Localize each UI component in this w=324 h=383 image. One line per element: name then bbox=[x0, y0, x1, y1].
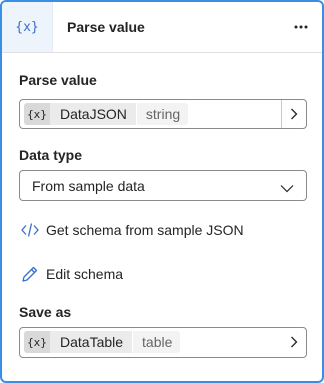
token-variable-type: string bbox=[135, 103, 189, 125]
parse-value-label: Parse value bbox=[19, 72, 97, 88]
more-options-button[interactable] bbox=[288, 14, 314, 40]
data-type-label: Data type bbox=[19, 147, 83, 163]
edit-schema-button[interactable]: Edit schema bbox=[21, 264, 123, 284]
edit-icon bbox=[22, 266, 38, 282]
get-schema-button[interactable]: Get schema from sample JSON bbox=[21, 220, 244, 240]
get-schema-label: Get schema from sample JSON bbox=[46, 222, 244, 238]
variable-icon-glyph: {x} bbox=[15, 19, 39, 35]
chevron-right-icon bbox=[291, 336, 298, 348]
parse-value-input[interactable]: {x} DataJSON string bbox=[19, 99, 307, 129]
token-variable-icon: {x} bbox=[24, 331, 50, 353]
save-as-expand-button[interactable] bbox=[282, 328, 306, 356]
save-as-label: Save as bbox=[19, 304, 72, 320]
save-as-input[interactable]: {x} DataTable table bbox=[19, 327, 307, 358]
more-icon bbox=[294, 25, 308, 29]
output-variable-token[interactable]: {x} DataTable table bbox=[24, 331, 181, 353]
parse-value-panel: {x} Parse value Parse value {x} DataJSON… bbox=[0, 0, 324, 383]
token-variable-name: DataJSON bbox=[50, 103, 136, 125]
parse-value-expand-button[interactable] bbox=[281, 100, 306, 128]
data-type-selected: From sample data bbox=[32, 178, 145, 194]
variable-token[interactable]: {x} DataJSON string bbox=[24, 103, 189, 125]
panel-header: {x} Parse value bbox=[2, 2, 322, 53]
token-variable-type: table bbox=[132, 331, 181, 353]
token-variable-name: DataTable bbox=[50, 331, 133, 353]
chevron-down-icon bbox=[280, 180, 294, 198]
chevron-right-icon bbox=[291, 108, 298, 120]
token-variable-icon: {x} bbox=[24, 103, 50, 125]
panel-title: Parse value bbox=[67, 19, 145, 35]
variable-icon: {x} bbox=[2, 2, 53, 52]
edit-schema-label: Edit schema bbox=[46, 266, 124, 282]
code-icon bbox=[21, 223, 39, 237]
data-type-dropdown[interactable]: From sample data bbox=[19, 170, 307, 201]
